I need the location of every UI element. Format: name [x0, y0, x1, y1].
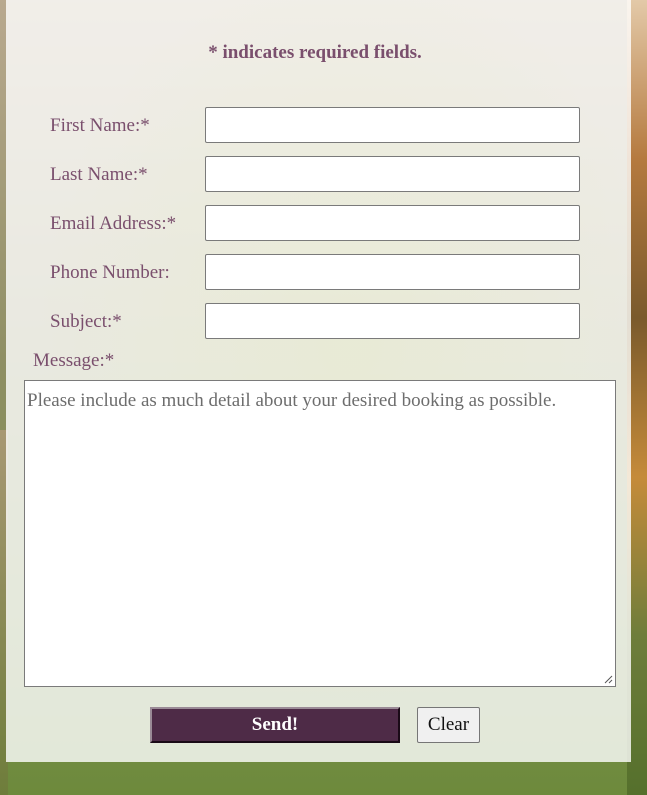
subject-row: Subject:* — [0, 303, 647, 339]
phone-label: Phone Number: — [50, 262, 170, 283]
resize-grip-icon[interactable] — [603, 674, 613, 684]
last-name-label: Last Name:* — [50, 164, 148, 185]
email-input[interactable] — [205, 205, 580, 241]
message-label: Message:* — [33, 350, 115, 371]
phone-row: Phone Number: — [0, 254, 647, 290]
last-name-input[interactable] — [205, 156, 580, 192]
first-name-label: First Name:* — [50, 115, 150, 136]
message-textarea[interactable]: Please include as much detail about your… — [24, 380, 616, 687]
first-name-row: First Name:* — [0, 107, 647, 143]
email-label: Email Address:* — [50, 213, 177, 234]
phone-input[interactable] — [205, 254, 580, 290]
subject-label: Subject:* — [50, 311, 122, 332]
clear-button[interactable]: Clear — [417, 707, 480, 743]
message-placeholder: Please include as much detail about your… — [27, 390, 557, 411]
first-name-input[interactable] — [205, 107, 580, 143]
email-row: Email Address:* — [0, 205, 647, 241]
last-name-row: Last Name:* — [0, 156, 647, 192]
subject-input[interactable] — [205, 303, 580, 339]
required-fields-note: * indicates required fields. — [208, 42, 422, 63]
send-button[interactable]: Send! — [150, 707, 400, 743]
